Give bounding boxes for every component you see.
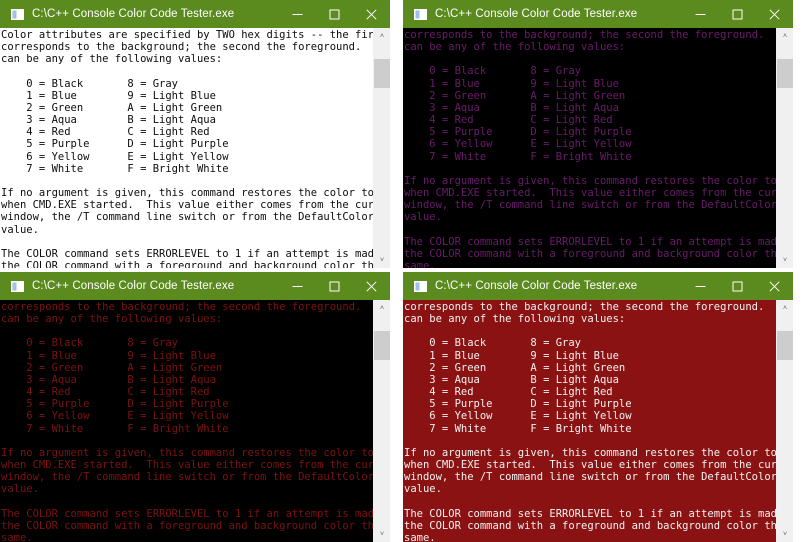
window-title: C:\C++ Console Color Code Tester.exe [435, 8, 638, 20]
scrollbar-track[interactable] [374, 44, 390, 252]
console-window-icon [11, 8, 24, 20]
scrollbar-thumb[interactable] [374, 330, 390, 361]
console-window-red-text: C:\C++ Console Color Code Tester.exe corr… [0, 272, 390, 542]
close-button[interactable] [353, 0, 390, 28]
minimize-button[interactable] [682, 0, 719, 28]
window-titlebar: C:\C++ Console Color Code Tester.exe [0, 272, 390, 300]
window-controls [682, 272, 793, 300]
console-window-icon [11, 280, 24, 292]
console-window-purple: C:\C++ Console Color Code Tester.exe corr… [403, 0, 793, 268]
window-body: corresponds to the background; the secon… [403, 300, 793, 542]
window-titlebar: C:\C++ Console Color Code Tester.exe [0, 0, 390, 28]
console-output[interactable]: corresponds to the background; the secon… [0, 300, 373, 542]
minimize-button[interactable] [279, 0, 316, 28]
console-output[interactable]: Color attributes are specified by TWO he… [0, 28, 373, 268]
console-scrollbar[interactable]: ˄ ˅ [373, 28, 390, 268]
scrollbar-down-arrow-icon[interactable]: ˅ [374, 252, 390, 268]
maximize-button[interactable] [719, 272, 756, 300]
maximize-button[interactable] [316, 272, 353, 300]
window-body: corresponds to the background; the secon… [403, 28, 793, 268]
window-title: C:\C++ Console Color Code Tester.exe [32, 280, 235, 292]
minimize-button[interactable] [279, 272, 316, 300]
window-titlebar: C:\C++ Console Color Code Tester.exe [403, 0, 793, 28]
scrollbar-up-arrow-icon[interactable]: ˄ [374, 28, 390, 44]
console-scrollbar[interactable]: ˄ ˅ [373, 300, 390, 542]
window-titlebar: C:\C++ Console Color Code Tester.exe [403, 272, 793, 300]
window-body: Color attributes are specified by TWO he… [0, 28, 390, 268]
close-button[interactable] [756, 272, 793, 300]
scrollbar-track[interactable] [777, 316, 793, 526]
scrollbar-up-arrow-icon[interactable]: ˄ [374, 300, 390, 316]
close-button[interactable] [353, 272, 390, 300]
window-title: C:\C++ Console Color Code Tester.exe [32, 8, 235, 20]
window-controls [279, 0, 390, 28]
window-controls [682, 0, 793, 28]
scrollbar-up-arrow-icon[interactable]: ˄ [777, 28, 793, 44]
maximize-button[interactable] [719, 0, 756, 28]
maximize-button[interactable] [316, 0, 353, 28]
console-scrollbar[interactable]: ˄ ˅ [776, 300, 793, 542]
scrollbar-thumb[interactable] [777, 330, 793, 361]
console-output[interactable]: corresponds to the background; the secon… [403, 28, 776, 268]
scrollbar-track[interactable] [777, 44, 793, 252]
window-controls [279, 272, 390, 300]
scrollbar-track[interactable] [374, 316, 390, 526]
scrollbar-up-arrow-icon[interactable]: ˄ [777, 300, 793, 316]
scrollbar-down-arrow-icon[interactable]: ˅ [374, 526, 390, 542]
window-body: corresponds to the background; the secon… [0, 300, 390, 542]
scrollbar-down-arrow-icon[interactable]: ˅ [777, 526, 793, 542]
console-output[interactable]: corresponds to the background; the secon… [403, 300, 776, 542]
scrollbar-thumb[interactable] [777, 58, 793, 88]
console-scrollbar[interactable]: ˄ ˅ [776, 28, 793, 268]
console-window-icon [414, 280, 427, 292]
scrollbar-down-arrow-icon[interactable]: ˅ [777, 252, 793, 268]
scrollbar-thumb[interactable] [374, 58, 390, 88]
minimize-button[interactable] [682, 272, 719, 300]
console-window-red-bg: C:\C++ Console Color Code Tester.exe corr… [403, 272, 793, 542]
screenshot-grid: C:\C++ Console Color Code Tester.exe Colo… [0, 0, 806, 542]
console-window-icon [414, 8, 427, 20]
console-window-white: C:\C++ Console Color Code Tester.exe Colo… [0, 0, 390, 268]
window-title: C:\C++ Console Color Code Tester.exe [435, 280, 638, 292]
close-button[interactable] [756, 0, 793, 28]
